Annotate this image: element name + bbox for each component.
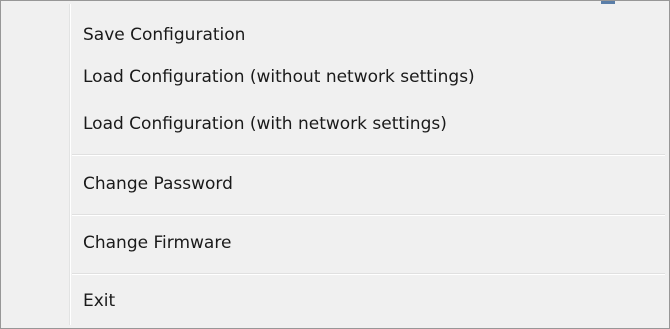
gutter-divider xyxy=(69,4,71,325)
menu-item-label: Exit xyxy=(83,291,116,311)
window-edge-mark xyxy=(601,1,615,4)
menu-item-label: Save Configuration xyxy=(83,25,246,45)
menu-item-change-firmware[interactable]: Change Firmware xyxy=(4,228,666,258)
menu-item-load-configuration-with-network[interactable]: Load Configuration (with network setting… xyxy=(4,109,666,139)
menu-item-change-password[interactable]: Change Password xyxy=(4,169,666,199)
menu-item-save-configuration[interactable]: Save Configuration xyxy=(4,20,666,50)
menu-separator xyxy=(72,273,665,275)
context-menu: Save Configuration Load Configuration (w… xyxy=(0,0,670,329)
menu-item-label: Load Configuration (with network setting… xyxy=(83,114,447,134)
menu-item-load-configuration-without-network[interactable]: Load Configuration (without network sett… xyxy=(4,62,666,92)
menu-separator xyxy=(72,214,665,216)
menu-item-label: Change Password xyxy=(83,174,233,194)
icon-gutter xyxy=(1,1,69,328)
menu-item-exit[interactable]: Exit xyxy=(4,286,666,316)
menu-item-label: Change Firmware xyxy=(83,233,232,253)
menu-separator xyxy=(72,154,665,156)
menu-item-label: Load Configuration (without network sett… xyxy=(83,67,475,87)
